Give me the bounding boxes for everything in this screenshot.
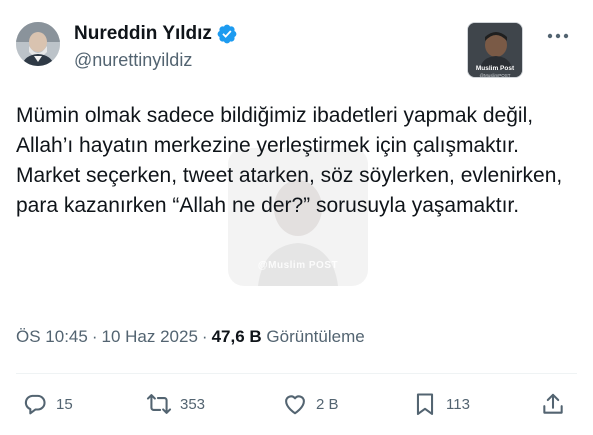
author-avatar[interactable] xyxy=(16,22,60,66)
reply-icon xyxy=(24,394,46,415)
affiliate-badge[interactable]: Muslim Post @MuslimPOST xyxy=(467,22,523,78)
affiliate-sub: @MuslimPOST xyxy=(479,73,511,78)
meta-separator: · xyxy=(201,327,208,346)
retweet-count: 353 xyxy=(180,395,206,413)
tweet-time[interactable]: ÖS 10:45 xyxy=(16,327,88,346)
retweet-icon xyxy=(146,394,172,414)
avatar-image xyxy=(16,22,60,66)
tweet-text: Mümin olmak sadece bildiğimiz ibadetleri… xyxy=(16,101,581,221)
heart-icon xyxy=(285,395,305,415)
tweet-meta: ÖS 10:45 · 10 Haz 2025 · 47,6 B Görüntüleme xyxy=(16,327,365,347)
bookmark-icon xyxy=(416,393,434,415)
reply-count: 15 xyxy=(56,395,73,413)
retweet-button[interactable]: 353 xyxy=(146,390,205,418)
more-dots-icon[interactable] xyxy=(543,26,573,46)
tweet-paragraph-1: Mümin olmak sadece bildiğimiz ibadetleri… xyxy=(16,104,534,157)
views-count: 47,6 B xyxy=(211,327,262,346)
divider xyxy=(16,373,577,374)
tweet-date[interactable]: 10 Haz 2025 xyxy=(102,327,198,346)
like-button[interactable]: 2 B xyxy=(282,390,339,418)
author-handle[interactable]: @nurettinyildiz xyxy=(74,50,238,71)
bookmark-button[interactable]: 113 xyxy=(412,390,470,418)
watermark-text: @Muslim POST xyxy=(257,260,339,271)
tweet-card: Nureddin Yıldız @nurettinyildiz Muslim P… xyxy=(0,0,593,435)
bookmark-count: 113 xyxy=(446,395,470,413)
share-button[interactable] xyxy=(540,390,566,418)
share-icon xyxy=(543,393,563,414)
author-display-name[interactable]: Nureddin Yıldız xyxy=(74,23,212,45)
verified-badge-icon[interactable] xyxy=(216,23,238,45)
meta-separator: · xyxy=(91,327,98,346)
author-block: Nureddin Yıldız @nurettinyildiz xyxy=(74,22,238,71)
affiliate-name: Muslim Post xyxy=(475,64,515,72)
tweet-paragraph-2: Market seçerken, tweet atarken, söz söyl… xyxy=(16,164,563,217)
reply-button[interactable]: 15 xyxy=(22,390,73,418)
name-row: Nureddin Yıldız xyxy=(74,22,238,46)
views-label: Görüntüleme xyxy=(266,327,365,346)
like-count: 2 B xyxy=(316,395,339,413)
